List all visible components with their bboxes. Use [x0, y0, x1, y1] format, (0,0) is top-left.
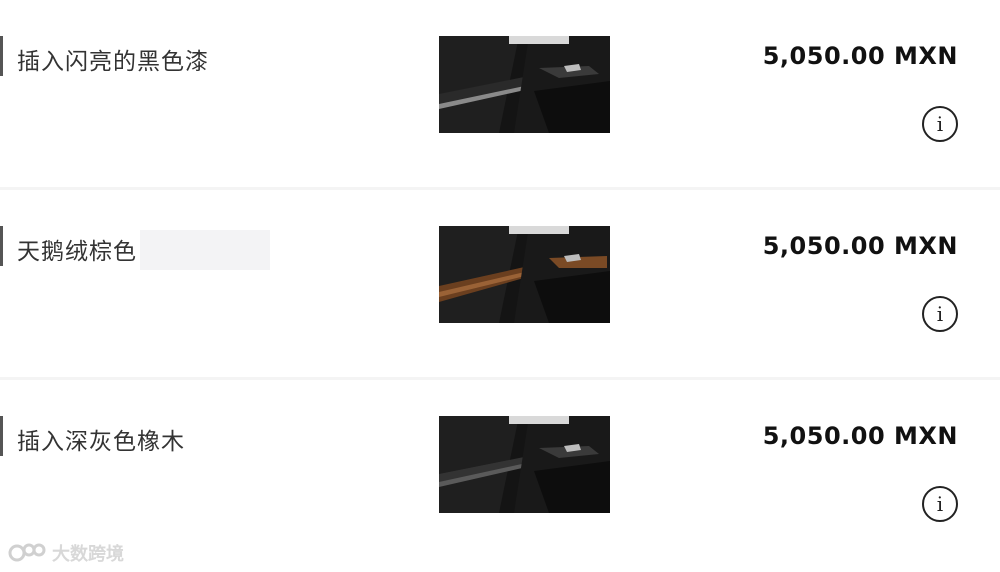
info-glyph: i	[936, 112, 944, 136]
option-price: 5,050.00 MXN	[762, 422, 958, 450]
label-highlight	[140, 230, 270, 270]
row-accent-bar	[0, 416, 3, 456]
option-row[interactable]: 插入闪亮的黑色漆 5,050.00 MXN i	[0, 0, 1000, 187]
info-icon[interactable]: i	[922, 106, 958, 142]
option-label: 天鹅绒棕色	[17, 239, 137, 265]
option-row[interactable]: 天鹅绒棕色 5,050.00 MXN i	[0, 190, 1000, 377]
watermark: 大数跨境	[8, 540, 124, 566]
info-icon[interactable]: i	[922, 486, 958, 522]
door-trim-image	[439, 36, 610, 133]
option-price: 5,050.00 MXN	[762, 42, 958, 70]
option-label: 插入闪亮的黑色漆	[17, 49, 209, 75]
option-price: 5,050.00 MXN	[762, 232, 958, 260]
door-trim-illustration	[439, 416, 610, 513]
option-row[interactable]: 插入深灰色橡木 5,050.00 MXN i	[0, 380, 1000, 572]
row-accent-bar	[0, 226, 3, 266]
info-glyph: i	[936, 302, 944, 326]
option-label: 插入深灰色橡木	[17, 429, 185, 455]
option-list: 插入闪亮的黑色漆 5,050.00 MXN i 天鹅绒棕色 5,050.00 M…	[0, 0, 1000, 572]
door-trim-illustration	[439, 36, 610, 133]
info-glyph: i	[936, 492, 944, 516]
watermark-logo-icon	[8, 543, 46, 562]
row-accent-bar	[0, 36, 3, 76]
door-trim-image	[439, 226, 610, 323]
door-trim-image	[439, 416, 610, 513]
watermark-text: 大数跨境	[52, 544, 124, 565]
door-trim-illustration	[439, 226, 610, 323]
info-icon[interactable]: i	[922, 296, 958, 332]
